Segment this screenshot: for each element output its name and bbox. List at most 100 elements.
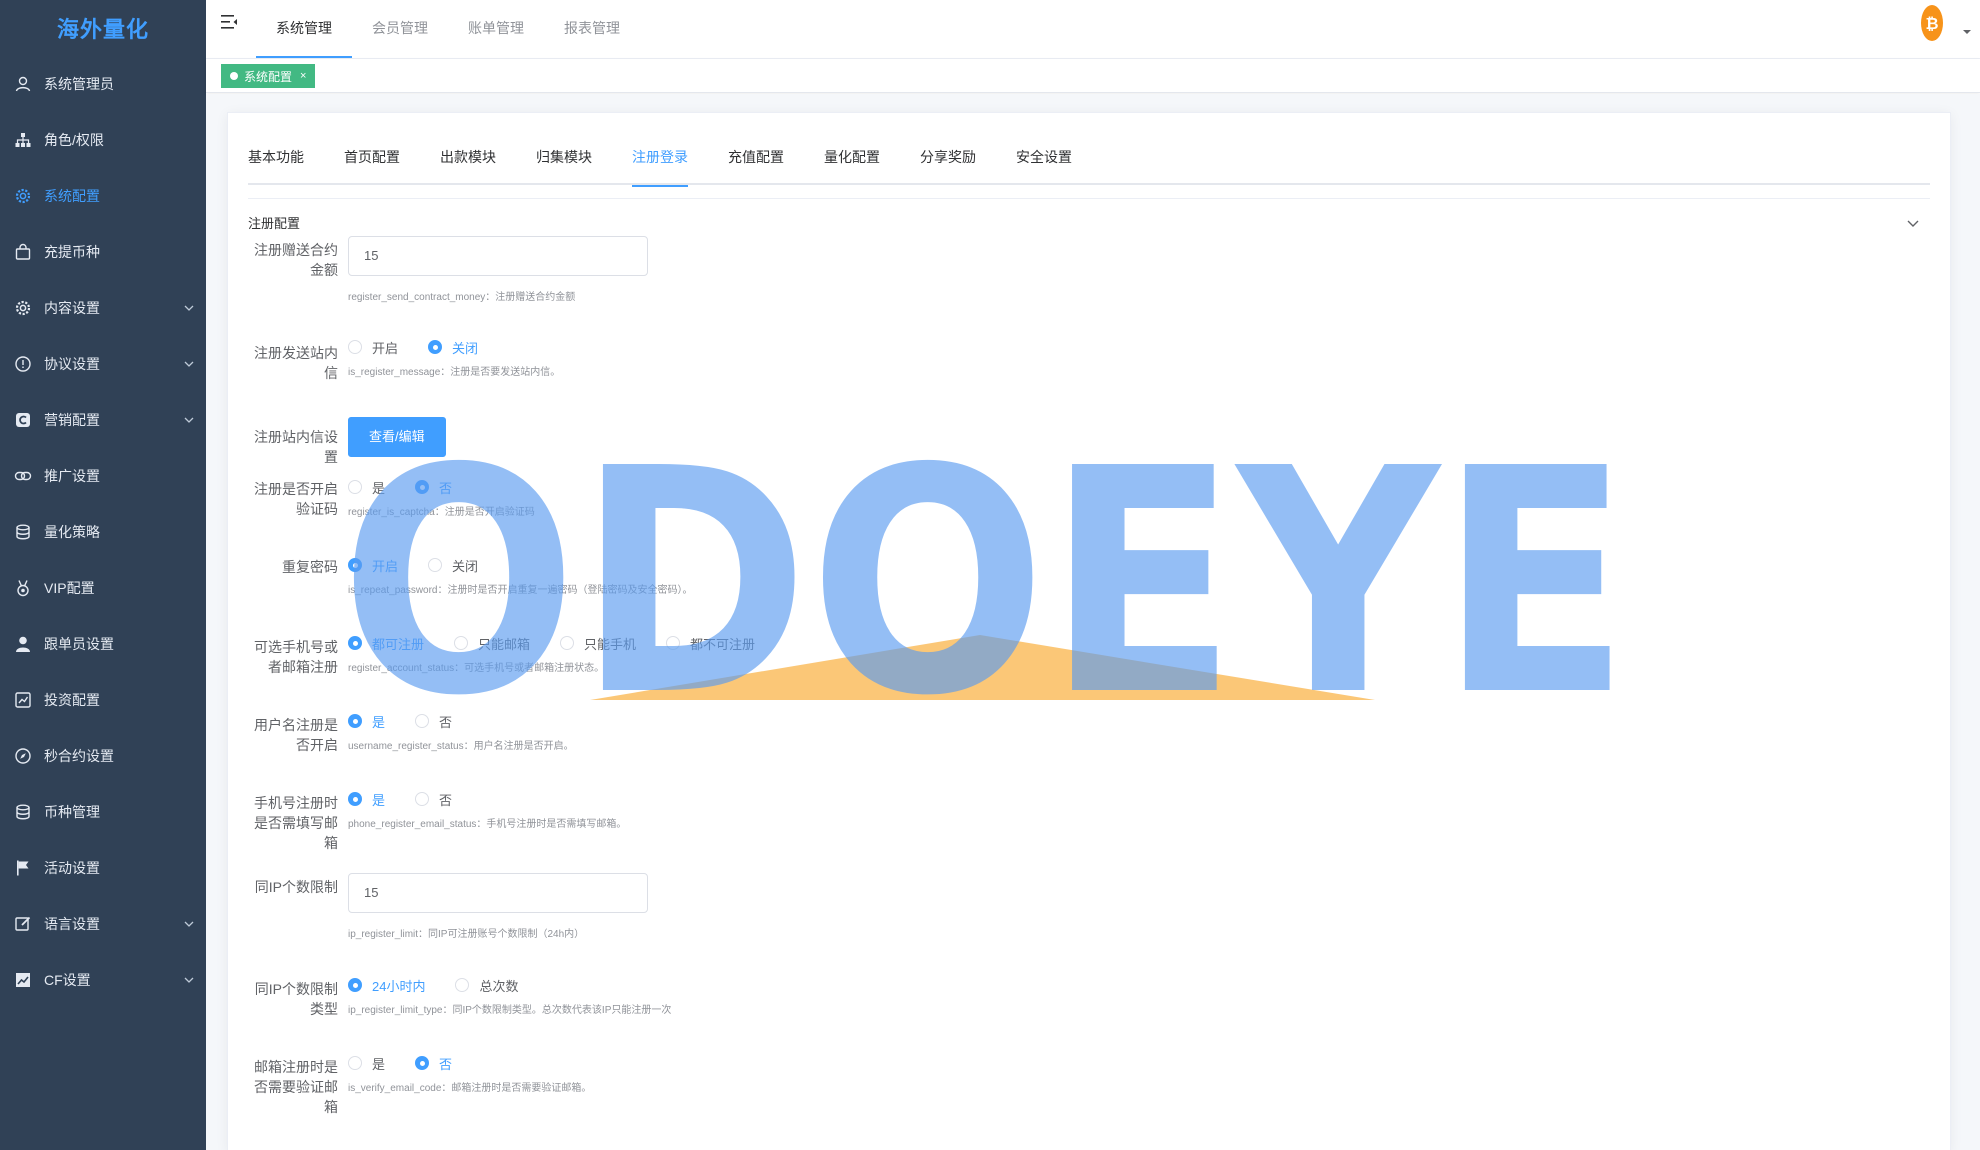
radio-circle-icon[interactable] <box>454 636 469 650</box>
radio-circle-icon[interactable] <box>348 558 362 572</box>
form-hint: ip_register_limit_type：同IP个数限制类型。总次数代表该I… <box>348 1005 672 1016</box>
caret-down-icon[interactable] <box>1962 28 1972 36</box>
radio-circle-icon[interactable] <box>415 1056 430 1070</box>
sidebar-item-label: 内容设置 <box>44 300 100 316</box>
form-hint: register_send_contract_money：注册赠送合约金额 <box>348 292 576 303</box>
flag-icon <box>17 860 29 876</box>
sidebar-item[interactable]: 营销配置 <box>0 392 206 448</box>
radio-circle-icon[interactable] <box>415 714 430 728</box>
config-tab[interactable]: 基本功能 <box>248 139 304 185</box>
compass-icon <box>15 748 31 764</box>
radio-option[interactable]: 是 <box>348 478 385 497</box>
sidebar-item-label: 量化策略 <box>44 524 100 540</box>
sidebar-item[interactable]: 量化策略 <box>0 504 206 560</box>
radio-circle-icon[interactable] <box>428 558 443 572</box>
top-tab[interactable]: 报表管理 <box>544 0 640 58</box>
ip-limit-input[interactable]: 15 <box>348 873 648 913</box>
sidebar: 海外量化 系统管理员 角色/权限 系统配置 充提币种 内容设置 协议设置 营销配置 推广设置量… <box>0 0 206 1150</box>
radio-circle-icon[interactable] <box>428 340 443 354</box>
captcha-radio-group: 是否 <box>348 477 482 497</box>
radio-option[interactable]: 是 <box>348 790 385 809</box>
config-tab[interactable]: 注册登录 <box>632 139 688 187</box>
view-edit-button[interactable]: 查看/编辑 <box>348 417 446 457</box>
radio-option[interactable]: 否 <box>415 712 452 731</box>
radio-circle-icon[interactable] <box>666 636 681 650</box>
radio-option[interactable]: 都可注册 <box>348 634 424 653</box>
config-tab[interactable]: 充值配置 <box>728 139 784 185</box>
config-tab[interactable]: 归集模块 <box>536 139 592 185</box>
radio-option[interactable]: 都不可注册 <box>666 634 755 653</box>
radio-option[interactable]: 开启 <box>348 556 398 575</box>
form-hint: is_verify_email_code：邮箱注册时是否需要验证邮箱。 <box>348 1083 592 1094</box>
database-icon <box>16 804 30 820</box>
radio-circle-icon[interactable] <box>560 636 575 650</box>
radio-option[interactable]: 24小时内 <box>348 976 425 995</box>
active-page-tag[interactable]: 系统配置 × <box>221 64 316 88</box>
bitcoin-icon[interactable]: ₿ <box>1920 4 1944 42</box>
top-tab[interactable]: 会员管理 <box>352 0 448 58</box>
close-icon[interactable]: × <box>300 70 306 82</box>
sidebar-item[interactable]: 币种管理 <box>0 784 206 840</box>
sidebar-item[interactable]: 系统配置 <box>0 168 206 224</box>
sidebar-item[interactable]: 推广设置 <box>0 448 206 504</box>
radio-label: 开启 <box>372 340 399 356</box>
radio-circle-icon[interactable] <box>348 480 362 494</box>
radio-circle-icon[interactable] <box>415 480 430 494</box>
radio-circle-icon[interactable] <box>348 1056 362 1070</box>
config-tab[interactable]: 出款模块 <box>440 139 496 185</box>
radio-circle-icon[interactable] <box>348 636 362 650</box>
top-tab[interactable]: 账单管理 <box>448 0 544 58</box>
radio-option[interactable]: 否 <box>415 478 452 497</box>
marketing-icon <box>16 413 30 427</box>
radio-option[interactable]: 总次数 <box>455 976 518 995</box>
hamburger-menu-icon[interactable] <box>220 13 238 31</box>
radio-circle-icon[interactable] <box>415 792 430 806</box>
radio-option[interactable]: 只能邮箱 <box>454 634 530 653</box>
radio-option[interactable]: 关闭 <box>428 556 478 575</box>
sidebar-item[interactable]: 跟单员设置 <box>0 616 206 672</box>
sidebar-item[interactable]: 秒合约设置 <box>0 728 206 784</box>
radio-option[interactable]: 否 <box>415 1054 452 1073</box>
edit-icon <box>15 916 31 931</box>
user-icon <box>15 76 31 92</box>
radio-option[interactable]: 是 <box>348 712 385 731</box>
radio-option[interactable]: 开启 <box>348 338 398 357</box>
sidebar-item-label: 系统配置 <box>44 188 100 204</box>
phone-email-radio-group: 是否 <box>348 789 482 809</box>
radio-option[interactable]: 只能手机 <box>560 634 636 653</box>
sidebar-item[interactable]: 协议设置 <box>0 336 206 392</box>
sidebar-item[interactable]: VIP配置 <box>0 560 206 616</box>
radio-circle-icon[interactable] <box>348 340 362 354</box>
sidebar-item[interactable]: 系统管理员 <box>0 56 206 112</box>
person-icon <box>16 636 30 652</box>
sidebar-item[interactable]: 语言设置 <box>0 896 206 952</box>
sidebar-item-label: 币种管理 <box>44 804 100 820</box>
config-tab[interactable]: 安全设置 <box>1016 139 1072 185</box>
radio-option[interactable]: 是 <box>348 1054 385 1073</box>
radio-circle-icon[interactable] <box>455 978 470 992</box>
config-card: 基本功能 首页配置 出款模块 归集模块 注册登录 充值配置 量化配置 分享奖励 安全设置 注册配… <box>227 112 1951 1150</box>
config-tab[interactable]: 首页配置 <box>344 139 400 185</box>
radio-label: 开启 <box>372 558 399 574</box>
form-label: 同IP个数限制类型 <box>254 981 338 1017</box>
radio-circle-icon[interactable] <box>348 714 362 728</box>
sidebar-item[interactable]: 内容设置 <box>0 280 206 336</box>
top-tab[interactable]: 系统管理 <box>256 0 352 58</box>
sidebar-item[interactable]: 角色/权限 <box>0 112 206 168</box>
sidebar-item[interactable]: 活动设置 <box>0 840 206 896</box>
repeat-password-radio-group: 开启 关闭 <box>348 555 508 575</box>
radio-label: 否 <box>439 714 453 730</box>
contract-money-input[interactable]: 15 <box>348 236 648 276</box>
sidebar-item[interactable]: 投资配置 <box>0 672 206 728</box>
sidebar-item[interactable]: 充提币种 <box>0 224 206 280</box>
radio-circle-icon[interactable] <box>348 978 362 992</box>
radio-option[interactable]: 关闭 <box>428 338 478 357</box>
chart-icon <box>16 973 30 987</box>
chevron-down-icon[interactable] <box>1906 216 1920 230</box>
sidebar-item-label: 系统管理员 <box>44 76 114 92</box>
radio-option[interactable]: 否 <box>415 790 452 809</box>
config-tab[interactable]: 分享奖励 <box>920 139 976 185</box>
config-tab[interactable]: 量化配置 <box>824 139 880 185</box>
sidebar-item[interactable]: CF设置 <box>0 952 206 1008</box>
radio-circle-icon[interactable] <box>348 792 362 806</box>
